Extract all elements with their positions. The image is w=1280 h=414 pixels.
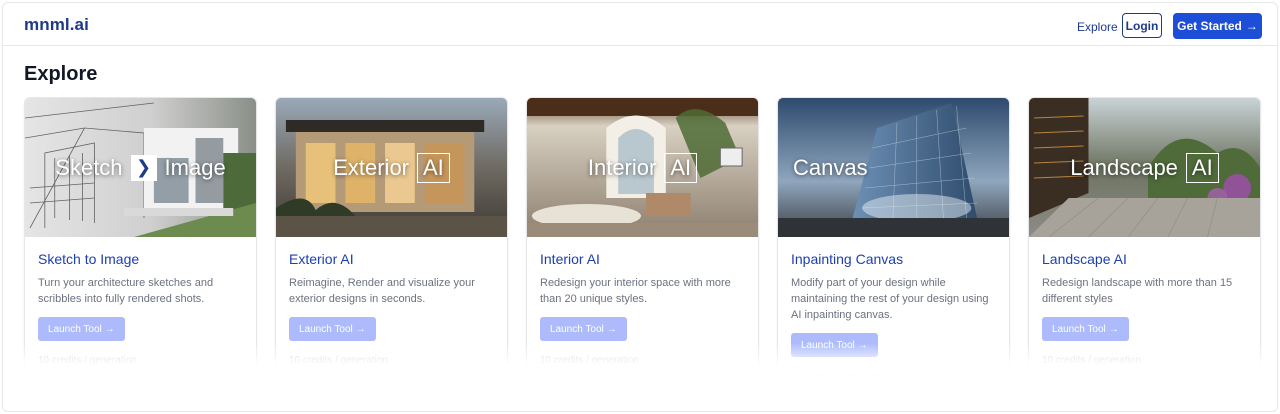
credits-info: 10 credits / generation bbox=[540, 355, 639, 366]
launch-tool-button[interactable]: Launch Tool → bbox=[791, 333, 878, 357]
top-navigation-bar: mnml.ai Explore Login Get Started → bbox=[3, 3, 1277, 46]
credits-info: 10 credits / generation bbox=[791, 371, 890, 382]
card-title[interactable]: Exterior AI bbox=[289, 251, 494, 267]
tool-card-inpainting-canvas[interactable]: Canvas Inpainting Canvas Modify part of … bbox=[777, 97, 1010, 411]
chevron-right-icon: ❯ bbox=[130, 154, 157, 181]
arrow-right-icon: → bbox=[355, 323, 366, 335]
image-title-landscape: Landscape bbox=[1070, 154, 1178, 180]
credits-info: 10 credits / generation bbox=[38, 355, 137, 366]
arrow-right-icon: → bbox=[857, 339, 868, 351]
image-title-interior: Interior bbox=[587, 154, 657, 180]
launch-tool-button[interactable]: Launch Tool → bbox=[38, 317, 125, 341]
launch-tool-label: Launch Tool bbox=[1052, 323, 1106, 335]
card-description: Reimagine, Render and visualize your ext… bbox=[289, 277, 475, 305]
card-image-title: Canvas bbox=[778, 155, 1009, 181]
image-title-canvas: Canvas bbox=[793, 155, 868, 180]
launch-tool-label: Launch Tool bbox=[48, 323, 102, 335]
launch-tool-label: Launch Tool bbox=[550, 323, 604, 335]
card-image-interior-ai[interactable]: Interior AI bbox=[527, 98, 758, 237]
app-window: mnml.ai Explore Login Get Started → Expl… bbox=[2, 2, 1278, 412]
tool-card-interior-ai[interactable]: Interior AI Interior AI Redesign your in… bbox=[526, 97, 759, 397]
tool-card-sketch-to-image[interactable]: Sketch ❯ Image Sketch to Image Turn your… bbox=[24, 97, 257, 397]
card-image-title: Landscape AI bbox=[1029, 152, 1260, 183]
card-title[interactable]: Landscape AI bbox=[1042, 251, 1247, 267]
card-title[interactable]: Inpainting Canvas bbox=[791, 251, 996, 267]
card-description: Modify part of your design while maintai… bbox=[791, 277, 989, 321]
arrow-right-icon: → bbox=[606, 323, 617, 335]
card-image-inpainting-canvas[interactable]: Canvas bbox=[778, 98, 1009, 237]
credits-info: 10 credits / generation bbox=[1042, 355, 1141, 366]
card-image-title: Sketch ❯ Image bbox=[25, 154, 256, 181]
image-title-ai-badge: AI bbox=[664, 152, 698, 183]
card-description: Redesign landscape with more than 15 dif… bbox=[1042, 277, 1233, 305]
card-image-landscape-ai[interactable]: Landscape AI bbox=[1029, 98, 1260, 237]
page-title: Explore bbox=[24, 63, 98, 85]
image-title-ai-badge: AI bbox=[417, 152, 450, 183]
credits-info: 10 credits / generation bbox=[289, 355, 388, 366]
launch-tool-button[interactable]: Launch Tool → bbox=[289, 317, 376, 341]
logo[interactable]: mnml.ai bbox=[24, 15, 89, 35]
card-description: Turn your architecture sketches and scri… bbox=[38, 277, 214, 305]
card-description: Redesign your interior space with more t… bbox=[540, 277, 731, 305]
card-image-sketch-to-image[interactable]: Sketch ❯ Image bbox=[25, 98, 256, 237]
launch-tool-label: Launch Tool bbox=[801, 339, 855, 351]
get-started-button[interactable]: Get Started → bbox=[1173, 13, 1262, 39]
launch-tool-button[interactable]: Launch Tool → bbox=[540, 317, 627, 341]
image-title-image: Image bbox=[164, 154, 226, 180]
card-title[interactable]: Sketch to Image bbox=[38, 251, 243, 267]
tool-card-landscape-ai[interactable]: Landscape AI Landscape AI Redesign lands… bbox=[1028, 97, 1261, 397]
card-title[interactable]: Interior AI bbox=[540, 251, 745, 267]
card-image-title: Interior AI bbox=[527, 152, 758, 183]
launch-tool-label: Launch Tool bbox=[299, 323, 353, 335]
tool-card-exterior-ai[interactable]: Exterior AI Exterior AI Reimagine, Rende… bbox=[275, 97, 508, 397]
arrow-right-icon: → bbox=[104, 323, 115, 335]
image-title-exterior: Exterior bbox=[333, 154, 409, 180]
launch-tool-button[interactable]: Launch Tool → bbox=[1042, 317, 1129, 341]
arrow-right-icon: → bbox=[1245, 19, 1258, 33]
get-started-label: Get Started bbox=[1177, 19, 1242, 33]
arrow-right-icon: → bbox=[1108, 323, 1119, 335]
login-button[interactable]: Login bbox=[1122, 13, 1162, 38]
tool-card-grid: Sketch ❯ Image Sketch to Image Turn your… bbox=[3, 97, 1277, 411]
card-image-exterior-ai[interactable]: Exterior AI bbox=[276, 98, 507, 237]
nav-link-explore[interactable]: Explore bbox=[1077, 20, 1118, 34]
card-image-title: Exterior AI bbox=[276, 152, 507, 183]
image-title-sketch: Sketch bbox=[55, 154, 123, 180]
image-title-ai-badge: AI bbox=[1185, 152, 1219, 183]
